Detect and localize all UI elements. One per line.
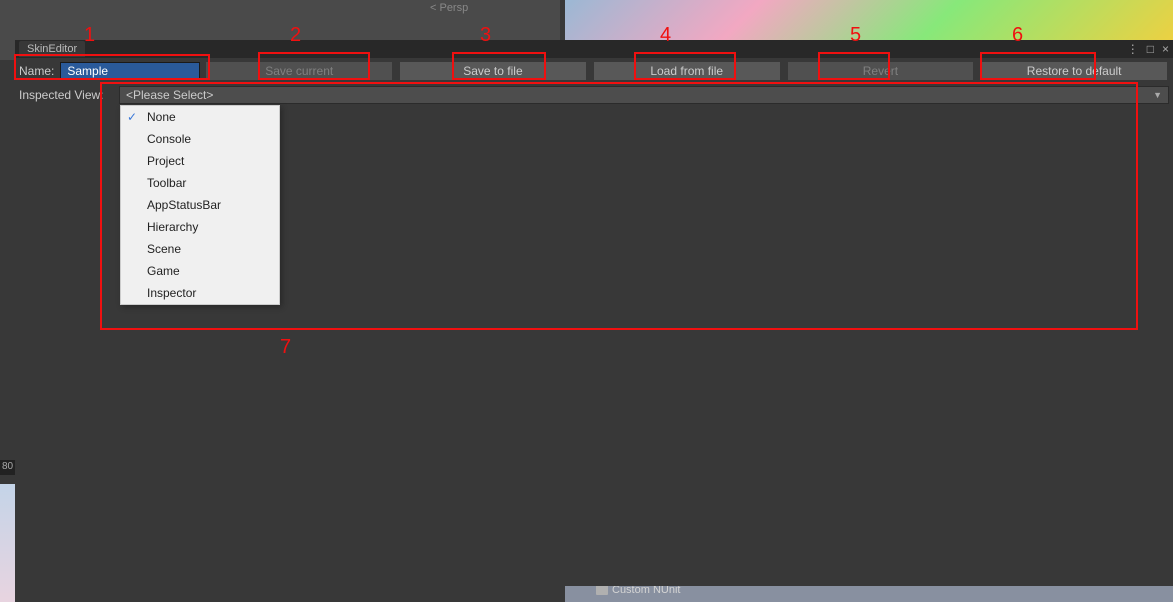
dropdown-item-label: Game <box>147 264 180 278</box>
dropdown-item-label: Project <box>147 154 184 168</box>
window-title: SkinEditor <box>19 41 85 57</box>
dropdown-item-label: None <box>147 110 176 124</box>
dropdown-item[interactable]: Toolbar <box>121 172 279 194</box>
bg-status-left: 80 <box>0 460 15 475</box>
restore-default-button[interactable]: Restore to default <box>981 62 1167 80</box>
chevron-down-icon: ▼ <box>1153 90 1162 100</box>
dropdown-item[interactable]: Inspector <box>121 282 279 304</box>
check-icon: ✓ <box>127 110 137 124</box>
dropdown-item-label: AppStatusBar <box>147 198 221 212</box>
inspected-label: Inspected View: <box>19 88 119 102</box>
dropdown-item[interactable]: Scene <box>121 238 279 260</box>
toolbar: Name: Save current Save to file Load fro… <box>15 58 1173 84</box>
dropdown-item-label: Scene <box>147 242 181 256</box>
skin-editor-window: SkinEditor ⋮ □ × Name: Save current Save… <box>15 40 1173 580</box>
dropdown-item[interactable]: Game <box>121 260 279 282</box>
name-label: Name: <box>19 64 56 78</box>
dropdown-menu: ✓ None Console Project Toolbar AppStatusBar Hi… <box>120 105 280 305</box>
close-icon[interactable]: × <box>1162 42 1169 56</box>
persp-label: < Persp <box>430 2 468 14</box>
menu-icon[interactable]: ⋮ <box>1127 42 1139 56</box>
name-input[interactable] <box>60 62 200 80</box>
dropdown-selected: <Please Select> <box>126 88 213 102</box>
dropdown-item[interactable]: ✓ None <box>121 106 279 128</box>
window-controls: ⋮ □ × <box>1127 42 1169 56</box>
dropdown-item-label: Inspector <box>147 286 196 300</box>
revert-button[interactable]: Revert <box>788 62 974 80</box>
save-current-button[interactable]: Save current <box>206 62 392 80</box>
bg-inspector-strip <box>0 484 15 602</box>
dropdown-item[interactable]: Hierarchy <box>121 216 279 238</box>
maximize-icon[interactable]: □ <box>1147 42 1154 56</box>
save-to-file-button[interactable]: Save to file <box>400 62 586 80</box>
dropdown-item-label: Hierarchy <box>147 220 198 234</box>
inspected-row: Inspected View: <Please Select> ▼ ✓NoneC… <box>15 84 1173 106</box>
dropdown-item[interactable]: AppStatusBar <box>121 194 279 216</box>
dropdown-item[interactable]: Console <box>121 128 279 150</box>
inspected-dropdown[interactable]: <Please Select> ▼ ✓NoneConsoleProjectToo… <box>119 86 1169 104</box>
folder-icon <box>596 585 608 595</box>
dropdown-item[interactable]: Project <box>121 150 279 172</box>
window-titlebar[interactable]: SkinEditor ⋮ □ × <box>15 40 1173 58</box>
load-from-file-button[interactable]: Load from file <box>594 62 780 80</box>
dropdown-item-label: Toolbar <box>147 176 186 190</box>
dropdown-item-label: Console <box>147 132 191 146</box>
